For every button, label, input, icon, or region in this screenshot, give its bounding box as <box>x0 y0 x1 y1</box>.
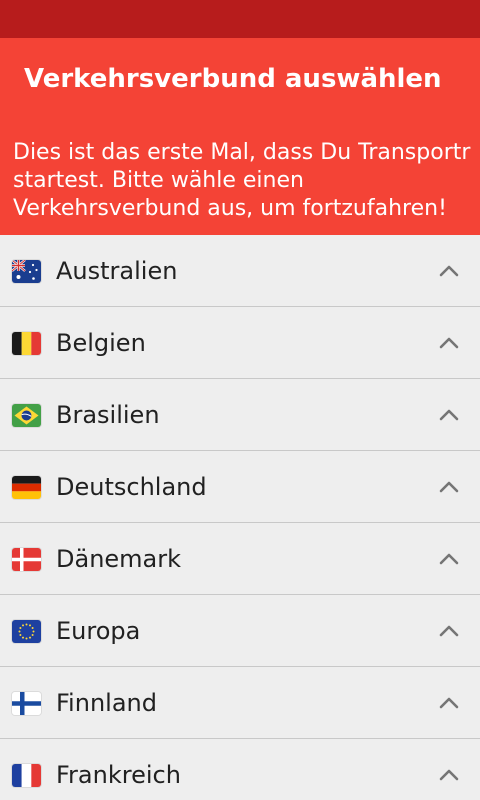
status-bar <box>0 0 480 38</box>
belgium-flag-icon <box>12 332 41 355</box>
finland-flag-icon <box>12 692 41 715</box>
denmark-flag-icon <box>12 548 41 571</box>
australia-flag-icon <box>12 260 41 283</box>
page-title: Verkehrsverbund auswählen <box>24 64 442 94</box>
country-item-australia[interactable]: Australien <box>0 235 480 307</box>
app-header: Verkehrsverbund auswählen Dies ist das e… <box>0 38 480 235</box>
country-name: Belgien <box>56 329 146 357</box>
europe-flag-icon <box>12 620 41 643</box>
chevron-up-icon[interactable] <box>438 765 460 785</box>
france-flag-icon <box>12 764 41 787</box>
country-list: Australien Belgien Brasilien Deutschland <box>0 235 480 800</box>
country-item-germany[interactable]: Deutschland <box>0 451 480 523</box>
chevron-up-icon[interactable] <box>438 477 460 497</box>
country-name: Australien <box>56 257 178 285</box>
country-name: Europa <box>56 617 141 645</box>
chevron-up-icon[interactable] <box>438 621 460 641</box>
country-name: Finnland <box>56 689 157 717</box>
country-name: Dänemark <box>56 545 182 573</box>
chevron-up-icon[interactable] <box>438 261 460 281</box>
brazil-flag-icon <box>12 404 41 427</box>
chevron-up-icon[interactable] <box>438 405 460 425</box>
country-item-denmark[interactable]: Dänemark <box>0 523 480 595</box>
germany-flag-icon <box>12 476 41 499</box>
intro-text: Dies ist das erste Mal, dass Du Transpor… <box>13 140 471 221</box>
country-item-brazil[interactable]: Brasilien <box>0 379 480 451</box>
country-name: Brasilien <box>56 401 160 429</box>
country-name: Deutschland <box>56 473 207 501</box>
chevron-up-icon[interactable] <box>438 549 460 569</box>
chevron-up-icon[interactable] <box>438 693 460 713</box>
country-item-europe[interactable]: Europa <box>0 595 480 667</box>
country-item-france[interactable]: Frankreich <box>0 739 480 800</box>
chevron-up-icon[interactable] <box>438 333 460 353</box>
country-item-finland[interactable]: Finnland <box>0 667 480 739</box>
country-item-belgium[interactable]: Belgien <box>0 307 480 379</box>
country-name: Frankreich <box>56 761 181 789</box>
